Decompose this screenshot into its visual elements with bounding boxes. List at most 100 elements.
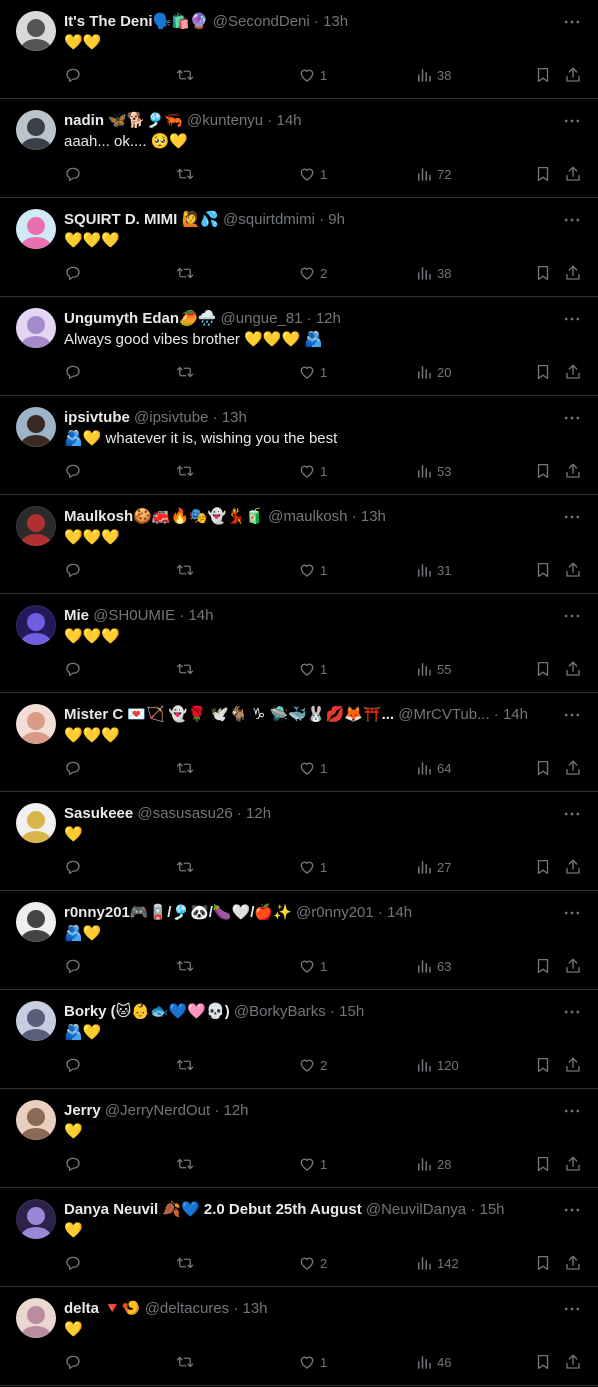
tweet[interactable]: Jerry @JerryNerdOut · 12h 💛 1 28 (0, 1089, 598, 1188)
user-handle[interactable]: @maulkosh (268, 508, 347, 525)
user-handle[interactable]: @deltacures (145, 1300, 229, 1317)
timestamp[interactable]: 13h (361, 508, 386, 525)
reply-button[interactable] (64, 659, 86, 679)
more-icon[interactable] (562, 408, 582, 428)
retweet-button[interactable] (176, 263, 194, 283)
reply-button[interactable] (64, 362, 86, 382)
bookmark-button[interactable] (534, 956, 552, 976)
views-button[interactable]: 53 (415, 461, 451, 481)
retweet-button[interactable] (176, 164, 194, 184)
share-button[interactable] (564, 65, 582, 85)
share-button[interactable] (564, 164, 582, 184)
like-button[interactable]: 1 (298, 857, 327, 877)
retweet-button[interactable] (176, 956, 194, 976)
display-name[interactable]: ipsivtube (64, 409, 130, 426)
avatar[interactable] (16, 1100, 56, 1140)
timestamp[interactable]: 9h (328, 211, 345, 228)
share-button[interactable] (564, 1154, 582, 1174)
like-button[interactable]: 1 (298, 461, 327, 481)
user-handle[interactable]: @squirtdmimi (223, 211, 315, 228)
bookmark-button[interactable] (534, 758, 552, 778)
reply-button[interactable] (64, 1253, 86, 1273)
user-handle[interactable]: @NeuvilDanya (366, 1201, 466, 1218)
more-icon[interactable] (562, 210, 582, 230)
share-button[interactable] (564, 362, 582, 382)
like-button[interactable]: 1 (298, 1352, 327, 1372)
reply-button[interactable] (64, 1352, 86, 1372)
retweet-button[interactable] (176, 1253, 194, 1273)
views-button[interactable]: 28 (415, 1154, 451, 1174)
avatar[interactable] (16, 1199, 56, 1239)
views-button[interactable]: 31 (415, 560, 451, 580)
retweet-button[interactable] (176, 1154, 194, 1174)
avatar[interactable] (16, 407, 56, 447)
timestamp[interactable]: 14h (387, 904, 412, 921)
avatar[interactable] (16, 308, 56, 348)
more-icon[interactable] (562, 111, 582, 131)
tweet[interactable]: r0nny201🎮🪫/🎐🐼/🍆🤍/🍎✨ @r0nny201 · 14h 🫂💛 1 (0, 891, 598, 990)
more-icon[interactable] (562, 1002, 582, 1022)
views-button[interactable]: 38 (415, 65, 451, 85)
timestamp[interactable]: 15h (479, 1201, 504, 1218)
bookmark-button[interactable] (534, 1055, 552, 1075)
retweet-button[interactable] (176, 560, 194, 580)
timestamp[interactable]: 13h (222, 409, 247, 426)
user-handle[interactable]: @MrCVTub... (398, 706, 489, 723)
tweet[interactable]: Danya Neuvil 🍂💙 2.0 Debut 25th August @N… (0, 1188, 598, 1287)
display-name[interactable]: Borky (🐱👶🐟💙🩷💀) (64, 1003, 230, 1020)
like-button[interactable]: 1 (298, 362, 327, 382)
more-icon[interactable] (562, 1200, 582, 1220)
display-name[interactable]: SQUIRT D. MIMI 🙋💦 (64, 211, 219, 228)
tweet[interactable]: Borky (🐱👶🐟💙🩷💀) @BorkyBarks · 15h 🫂💛 2 12… (0, 990, 598, 1089)
user-handle[interactable]: @sasusasu26 (137, 805, 232, 822)
tweet[interactable]: SQUIRT D. MIMI 🙋💦 @squirtdmimi · 9h 💛💛💛 … (0, 198, 598, 297)
share-button[interactable] (564, 1352, 582, 1372)
more-icon[interactable] (562, 1101, 582, 1121)
avatar[interactable] (16, 803, 56, 843)
bookmark-button[interactable] (534, 659, 552, 679)
user-handle[interactable]: @JerryNerdOut (105, 1102, 210, 1119)
tweet[interactable]: Sasukeee @sasusasu26 · 12h 💛 1 27 (0, 792, 598, 891)
more-icon[interactable] (562, 903, 582, 923)
bookmark-button[interactable] (534, 263, 552, 283)
user-handle[interactable]: @SecondDeni (213, 13, 310, 30)
share-button[interactable] (564, 263, 582, 283)
views-button[interactable]: 120 (415, 1055, 459, 1075)
retweet-button[interactable] (176, 362, 194, 382)
avatar[interactable] (16, 704, 56, 744)
user-handle[interactable]: @ungue_81 (221, 310, 303, 327)
more-icon[interactable] (562, 1299, 582, 1319)
timestamp[interactable]: 14h (503, 706, 528, 723)
reply-button[interactable] (64, 956, 86, 976)
display-name[interactable]: Sasukeee (64, 805, 133, 822)
timestamp[interactable]: 12h (223, 1102, 248, 1119)
display-name[interactable]: Ungumyth Edan🥭🌧️ (64, 310, 216, 327)
share-button[interactable] (564, 956, 582, 976)
retweet-button[interactable] (176, 1352, 194, 1372)
avatar[interactable] (16, 902, 56, 942)
share-button[interactable] (564, 758, 582, 778)
timestamp[interactable]: 13h (242, 1300, 267, 1317)
views-button[interactable]: 55 (415, 659, 451, 679)
retweet-button[interactable] (176, 65, 194, 85)
views-button[interactable]: 63 (415, 956, 451, 976)
timestamp[interactable]: 14h (188, 607, 213, 624)
more-icon[interactable] (562, 309, 582, 329)
bookmark-button[interactable] (534, 65, 552, 85)
bookmark-button[interactable] (534, 461, 552, 481)
display-name[interactable]: Maulkosh🍪🚒🔥🎭👻💃🧃 (64, 508, 264, 525)
like-button[interactable]: 1 (298, 659, 327, 679)
like-button[interactable]: 1 (298, 1154, 327, 1174)
avatar[interactable] (16, 209, 56, 249)
views-button[interactable]: 72 (415, 164, 451, 184)
tweet[interactable]: delta 🔻🍤 @deltacures · 13h 💛 1 46 (0, 1287, 598, 1386)
like-button[interactable]: 2 (298, 1253, 327, 1273)
avatar[interactable] (16, 506, 56, 546)
share-button[interactable] (564, 560, 582, 580)
like-button[interactable]: 1 (298, 65, 327, 85)
share-button[interactable] (564, 1055, 582, 1075)
reply-button[interactable] (64, 164, 86, 184)
views-button[interactable]: 46 (415, 1352, 451, 1372)
user-handle[interactable]: @ipsivtube (134, 409, 208, 426)
display-name[interactable]: Mister C 💌🏹 👻🌹 🕊️🐐 ♑ 🛸🐳🐰💋🦊⛩️... (64, 706, 394, 723)
